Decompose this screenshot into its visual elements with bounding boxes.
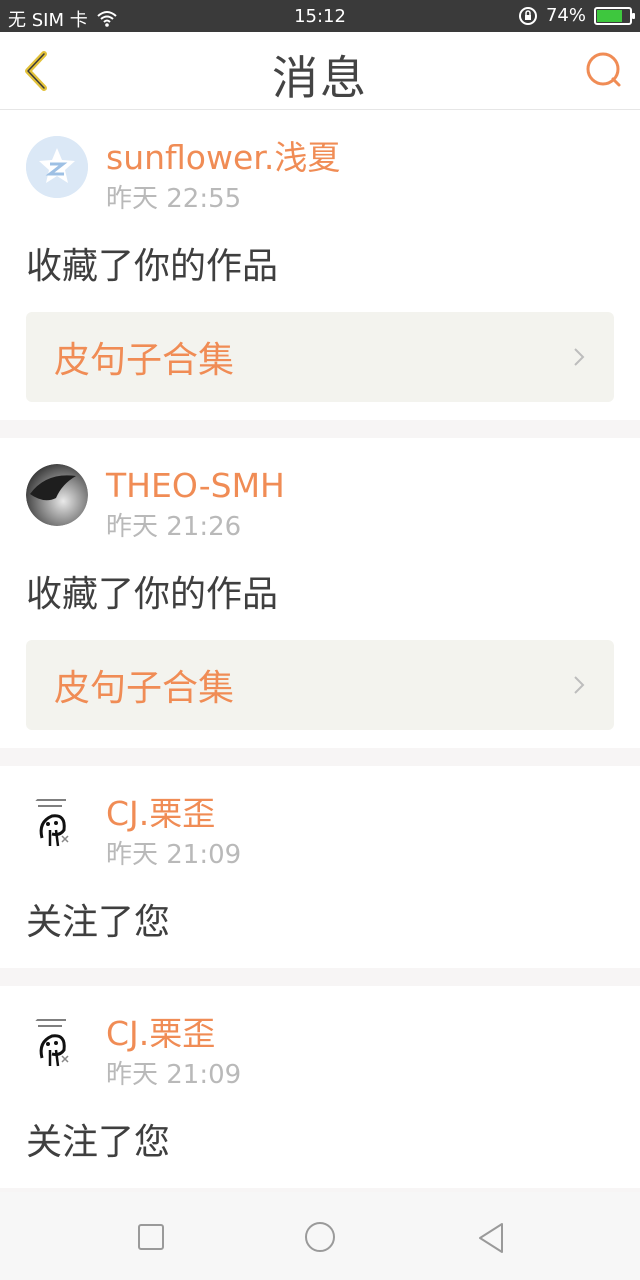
work-title: 皮句子合集 — [54, 340, 235, 381]
message-action: 关注了您 — [26, 902, 171, 943]
header: 消息 — [0, 32, 640, 110]
default-avatar-icon[interactable] — [26, 136, 88, 198]
chevron-right-icon — [574, 676, 585, 694]
user-name[interactable]: THEO-SMH — [106, 464, 614, 508]
battery-percent: 74% — [545, 5, 586, 26]
cartoon-avatar[interactable] — [26, 1012, 88, 1074]
message-action: 收藏了你的作品 — [26, 574, 279, 615]
message-meta: THEO-SMH 昨天 21:26 — [106, 464, 614, 552]
work-link[interactable]: 皮句子合集 — [26, 640, 614, 730]
circle-icon[interactable] — [302, 1222, 338, 1258]
battery-fill — [597, 9, 623, 22]
message-action: 收藏了你的作品 — [26, 246, 279, 287]
system-nav-bar — [0, 1192, 640, 1280]
message-time: 昨天 21:26 — [106, 512, 242, 542]
message-meta: CJ.栗歪 昨天 21:09 — [106, 792, 614, 880]
message-card[interactable]: sunflower.浅夏 昨天 22:55 收藏了你的作品 皮句子合集 — [0, 110, 640, 420]
message-card[interactable]: THEO-SMH 昨天 21:26 收藏了你的作品 皮句子合集 — [0, 438, 640, 748]
status-right: 74% — [518, 5, 635, 26]
message-action: 关注了您 — [26, 1122, 171, 1163]
message-card[interactable]: CJ.栗歪 昨天 21:09 关注了您 — [0, 766, 640, 968]
work-title: 皮句子合集 — [54, 668, 235, 709]
message-time: 昨天 21:09 — [106, 1060, 242, 1090]
message-time: 昨天 21:09 — [106, 840, 242, 870]
cartoon-avatar[interactable] — [26, 792, 88, 854]
triangle-back-icon[interactable] — [476, 1222, 508, 1254]
status-bar: 无 SIM 卡 15:12 74% — [0, 0, 640, 32]
message-time: 昨天 22:55 — [106, 184, 242, 214]
square-icon[interactable] — [136, 1222, 166, 1252]
photo-avatar[interactable] — [26, 464, 88, 526]
page-title: 消息 — [272, 51, 368, 105]
message-meta: CJ.栗歪 昨天 21:09 — [106, 1012, 614, 1100]
user-name[interactable]: CJ.栗歪 — [106, 1012, 614, 1056]
chevron-right-icon — [574, 348, 585, 366]
message-meta: sunflower.浅夏 昨天 22:55 — [106, 136, 614, 224]
user-name[interactable]: CJ.栗歪 — [106, 792, 614, 836]
user-name[interactable]: sunflower.浅夏 — [106, 136, 614, 180]
rotation-lock-icon — [518, 6, 537, 25]
battery-icon — [594, 6, 635, 25]
message-card[interactable]: CJ.栗歪 昨天 21:09 关注了您 — [0, 986, 640, 1188]
message-list: sunflower.浅夏 昨天 22:55 收藏了你的作品 皮句子合集 THEO… — [0, 110, 640, 1188]
search-icon[interactable] — [584, 50, 624, 90]
work-link[interactable]: 皮句子合集 — [26, 312, 614, 402]
